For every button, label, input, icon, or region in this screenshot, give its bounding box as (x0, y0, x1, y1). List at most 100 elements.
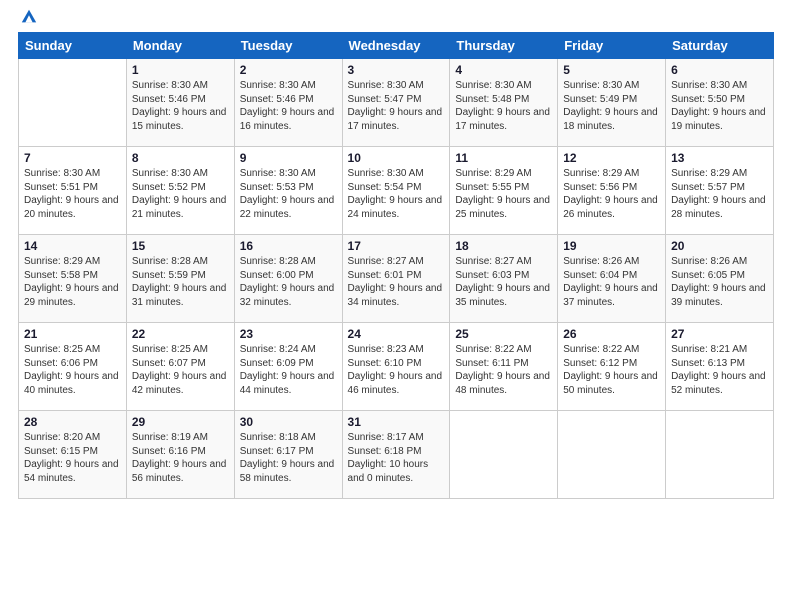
calendar-week-row: 28 Sunrise: 8:20 AMSunset: 6:15 PMDayligh… (19, 411, 774, 499)
calendar-cell: 21 Sunrise: 8:25 AMSunset: 6:06 PMDayligh… (19, 323, 127, 411)
cell-info: Sunrise: 8:30 AMSunset: 5:50 PMDaylight:… (671, 79, 768, 133)
day-number: 23 (240, 327, 337, 341)
calendar-cell (558, 411, 666, 499)
cell-info: Sunrise: 8:30 AMSunset: 5:47 PMDaylight:… (348, 79, 445, 133)
calendar-cell: 1 Sunrise: 8:30 AMSunset: 5:46 PMDaylight… (126, 59, 234, 147)
calendar-cell: 15 Sunrise: 8:28 AMSunset: 5:59 PMDayligh… (126, 235, 234, 323)
calendar-cell: 28 Sunrise: 8:20 AMSunset: 6:15 PMDayligh… (19, 411, 127, 499)
cell-info: Sunrise: 8:19 AMSunset: 6:16 PMDaylight:… (132, 431, 229, 485)
cell-info: Sunrise: 8:22 AMSunset: 6:12 PMDaylight:… (563, 343, 660, 397)
day-number: 22 (132, 327, 229, 341)
calendar-cell: 29Sunrise: 8:19 AMSunset: 6:16 PMDayligh… (126, 411, 234, 499)
cell-info: Sunrise: 8:24 AMSunset: 6:09 PMDaylight:… (240, 343, 337, 397)
cell-info: Sunrise: 8:30 AMSunset: 5:46 PMDaylight:… (132, 79, 229, 133)
day-number: 25 (455, 327, 552, 341)
day-number: 31 (348, 415, 445, 429)
day-number: 24 (348, 327, 445, 341)
cell-info: Sunrise: 8:22 AMSunset: 6:11 PMDaylight:… (455, 343, 552, 397)
calendar-week-row: 7Sunrise: 8:30 AMSunset: 5:51 PMDaylight… (19, 147, 774, 235)
calendar-cell: 2 Sunrise: 8:30 AMSunset: 5:46 PMDaylight… (234, 59, 342, 147)
day-number: 26 (563, 327, 660, 341)
day-number: 21 (24, 327, 121, 341)
day-number: 18 (455, 239, 552, 253)
calendar-cell: 20 Sunrise: 8:26 AMSunset: 6:05 PMDayligh… (666, 235, 774, 323)
cell-info: Sunrise: 8:20 AMSunset: 6:15 PMDaylight:… (24, 431, 121, 485)
day-number: 17 (348, 239, 445, 253)
day-number: 16 (240, 239, 337, 253)
cell-info: Sunrise: 8:30 AMSunset: 5:53 PMDaylight:… (240, 167, 337, 221)
cell-info: Sunrise: 8:30 AMSunset: 5:54 PMDaylight:… (348, 167, 445, 221)
calendar-cell: 23 Sunrise: 8:24 AMSunset: 6:09 PMDayligh… (234, 323, 342, 411)
calendar-cell (19, 59, 127, 147)
cell-info: Sunrise: 8:28 AMSunset: 6:00 PMDaylight:… (240, 255, 337, 309)
weekday-header: Thursday (450, 33, 558, 59)
day-number: 11 (455, 151, 552, 165)
cell-info: Sunrise: 8:23 AMSunset: 6:10 PMDaylight:… (348, 343, 445, 397)
calendar-cell: 31Sunrise: 8:17 AMSunset: 6:18 PMDayligh… (342, 411, 450, 499)
calendar-table: SundayMondayTuesdayWednesdayThursdayFrid… (18, 32, 774, 499)
cell-info: Sunrise: 8:25 AMSunset: 6:06 PMDaylight:… (24, 343, 121, 397)
calendar-cell: 14 Sunrise: 8:29 AMSunset: 5:58 PMDayligh… (19, 235, 127, 323)
calendar-cell: 18 Sunrise: 8:27 AMSunset: 6:03 PMDayligh… (450, 235, 558, 323)
header (18, 16, 774, 22)
day-number: 1 (132, 63, 229, 77)
calendar-cell: 17 Sunrise: 8:27 AMSunset: 6:01 PMDayligh… (342, 235, 450, 323)
cell-info: Sunrise: 8:29 AMSunset: 5:58 PMDaylight:… (24, 255, 121, 309)
calendar-cell: 13 Sunrise: 8:29 AMSunset: 5:57 PMDayligh… (666, 147, 774, 235)
cell-info: Sunrise: 8:30 AMSunset: 5:52 PMDaylight:… (132, 167, 229, 221)
cell-info: Sunrise: 8:30 AMSunset: 5:51 PMDaylight:… (24, 167, 121, 221)
weekday-header: Saturday (666, 33, 774, 59)
weekday-header: Wednesday (342, 33, 450, 59)
calendar-cell: 22 Sunrise: 8:25 AMSunset: 6:07 PMDayligh… (126, 323, 234, 411)
cell-info: Sunrise: 8:18 AMSunset: 6:17 PMDaylight:… (240, 431, 337, 485)
calendar-cell: 4Sunrise: 8:30 AMSunset: 5:48 PMDaylight… (450, 59, 558, 147)
cell-info: Sunrise: 8:29 AMSunset: 5:56 PMDaylight:… (563, 167, 660, 221)
weekday-header: Monday (126, 33, 234, 59)
day-number: 5 (563, 63, 660, 77)
calendar-cell: 10 Sunrise: 8:30 AMSunset: 5:54 PMDayligh… (342, 147, 450, 235)
calendar-cell: 3 Sunrise: 8:30 AMSunset: 5:47 PMDaylight… (342, 59, 450, 147)
weekday-header: Friday (558, 33, 666, 59)
calendar-cell: 30Sunrise: 8:18 AMSunset: 6:17 PMDayligh… (234, 411, 342, 499)
day-number: 3 (348, 63, 445, 77)
cell-info: Sunrise: 8:27 AMSunset: 6:03 PMDaylight:… (455, 255, 552, 309)
day-number: 19 (563, 239, 660, 253)
calendar-cell: 19 Sunrise: 8:26 AMSunset: 6:04 PMDayligh… (558, 235, 666, 323)
cell-info: Sunrise: 8:25 AMSunset: 6:07 PMDaylight:… (132, 343, 229, 397)
calendar-cell: 25 Sunrise: 8:22 AMSunset: 6:11 PMDayligh… (450, 323, 558, 411)
cell-info: Sunrise: 8:28 AMSunset: 5:59 PMDaylight:… (132, 255, 229, 309)
cell-info: Sunrise: 8:30 AMSunset: 5:48 PMDaylight:… (455, 79, 552, 133)
day-number: 9 (240, 151, 337, 165)
cell-info: Sunrise: 8:26 AMSunset: 6:04 PMDaylight:… (563, 255, 660, 309)
calendar-cell: 7Sunrise: 8:30 AMSunset: 5:51 PMDaylight… (19, 147, 127, 235)
weekday-header: Sunday (19, 33, 127, 59)
day-number: 6 (671, 63, 768, 77)
day-number: 14 (24, 239, 121, 253)
calendar-week-row: 14 Sunrise: 8:29 AMSunset: 5:58 PMDayligh… (19, 235, 774, 323)
cell-info: Sunrise: 8:27 AMSunset: 6:01 PMDaylight:… (348, 255, 445, 309)
cell-info: Sunrise: 8:29 AMSunset: 5:57 PMDaylight:… (671, 167, 768, 221)
day-number: 8 (132, 151, 229, 165)
weekday-header-row: SundayMondayTuesdayWednesdayThursdayFrid… (19, 33, 774, 59)
calendar-cell: 6 Sunrise: 8:30 AMSunset: 5:50 PMDaylight… (666, 59, 774, 147)
day-number: 28 (24, 415, 121, 429)
calendar-cell: 12Sunrise: 8:29 AMSunset: 5:56 PMDayligh… (558, 147, 666, 235)
logo-icon (20, 8, 38, 26)
calendar-page: SundayMondayTuesdayWednesdayThursdayFrid… (0, 0, 792, 612)
calendar-cell: 24 Sunrise: 8:23 AMSunset: 6:10 PMDayligh… (342, 323, 450, 411)
weekday-header: Tuesday (234, 33, 342, 59)
day-number: 10 (348, 151, 445, 165)
calendar-cell: 27Sunrise: 8:21 AMSunset: 6:13 PMDayligh… (666, 323, 774, 411)
day-number: 15 (132, 239, 229, 253)
day-number: 2 (240, 63, 337, 77)
cell-info: Sunrise: 8:26 AMSunset: 6:05 PMDaylight:… (671, 255, 768, 309)
calendar-cell: 26 Sunrise: 8:22 AMSunset: 6:12 PMDayligh… (558, 323, 666, 411)
cell-info: Sunrise: 8:30 AMSunset: 5:46 PMDaylight:… (240, 79, 337, 133)
calendar-cell: 16 Sunrise: 8:28 AMSunset: 6:00 PMDayligh… (234, 235, 342, 323)
day-number: 13 (671, 151, 768, 165)
calendar-week-row: 1 Sunrise: 8:30 AMSunset: 5:46 PMDaylight… (19, 59, 774, 147)
day-number: 20 (671, 239, 768, 253)
cell-info: Sunrise: 8:29 AMSunset: 5:55 PMDaylight:… (455, 167, 552, 221)
cell-info: Sunrise: 8:30 AMSunset: 5:49 PMDaylight:… (563, 79, 660, 133)
cell-info: Sunrise: 8:21 AMSunset: 6:13 PMDaylight:… (671, 343, 768, 397)
